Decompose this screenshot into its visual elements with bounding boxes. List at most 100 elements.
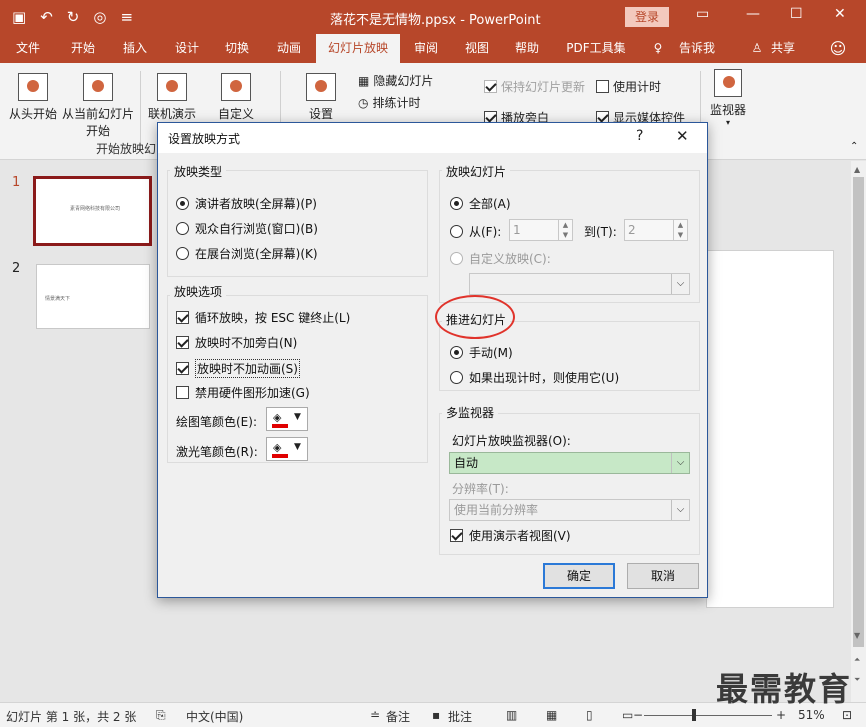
tab-review[interactable]: 审阅 <box>404 34 448 63</box>
tab-home[interactable]: 开始 <box>60 34 106 63</box>
tab-pdf-tools[interactable]: PDF工具集 <box>556 34 636 63</box>
radio-use-timings[interactable]: 如果出现计时，则使用它(U) <box>450 369 619 386</box>
zoom-out-icon[interactable]: − <box>633 708 643 722</box>
tab-file[interactable]: 文件 <box>6 34 50 63</box>
tab-transitions[interactable]: 切换 <box>214 34 260 63</box>
redo-icon[interactable]: ↻ <box>67 6 80 28</box>
show-slides-title: 放映幻灯片 <box>442 163 511 180</box>
hide-slide-button[interactable]: ▦ 隐藏幻灯片 <box>358 72 433 89</box>
keep-updated-checkbox[interactable]: 保持幻灯片更新 <box>484 78 585 95</box>
comments-button[interactable]: 批注 <box>448 708 472 725</box>
hide-slide-icon: ▦ <box>358 73 370 88</box>
dialog-titlebar: 设置放映方式 ? ✕ <box>158 123 707 153</box>
zoom-in-icon[interactable]: + <box>776 708 786 722</box>
presenter-view-checkbox[interactable]: 使用演示者视图(V) <box>450 527 571 544</box>
fit-slide-icon[interactable]: ⊡ <box>842 708 852 722</box>
spinner-arrows-icon[interactable]: ▲ ▼ <box>558 220 572 240</box>
radio-custom-show[interactable]: 自定义放映(C): <box>450 250 551 267</box>
tab-help[interactable]: 帮助 <box>504 34 550 63</box>
window-title: 落花不是无情物.ppsx - PowerPoint <box>330 13 541 28</box>
maximize-icon[interactable]: ☐ <box>790 6 803 22</box>
tab-slideshow[interactable]: 幻灯片放映 <box>316 34 400 63</box>
undo-icon[interactable]: ↶ <box>40 6 53 28</box>
slide-thumbnail-2[interactable]: 情景满天下 <box>36 264 150 329</box>
ok-button[interactable]: 确定 <box>543 563 615 589</box>
loop-checkbox[interactable]: 循环放映，按 ESC 键终止(L) <box>176 309 350 326</box>
reading-view-icon[interactable]: ▯ <box>586 708 593 722</box>
zoom-level[interactable]: 51% <box>798 708 825 722</box>
language-status[interactable]: 中文(中国) <box>186 708 243 725</box>
zoom-slider[interactable] <box>644 715 772 716</box>
radio-presenter[interactable]: 演讲者放映(全屏幕)(P) <box>176 195 317 212</box>
radio-from-slide[interactable]: 从(F): <box>450 223 501 240</box>
custom-show-icon <box>221 73 251 101</box>
monitor-select[interactable]: 自动 ⌵ <box>449 452 690 474</box>
dialog-close-icon[interactable]: ✕ <box>676 127 689 145</box>
radio-kiosk[interactable]: 在展台浏览(全屏幕)(K) <box>176 245 318 262</box>
minimize-icon[interactable]: — <box>746 6 760 22</box>
rehearse-button[interactable]: ◷ 排练计时 <box>358 94 421 111</box>
smiley-icon[interactable]: ☺ <box>826 34 850 63</box>
tab-animations[interactable]: 动画 <box>266 34 312 63</box>
custom-show-button[interactable]: 自定义 <box>208 73 264 122</box>
no-narration-checkbox[interactable]: 放映时不加旁白(N) <box>176 334 297 351</box>
paint-bucket-icon: ◈ <box>273 411 282 424</box>
radio-browsed-window[interactable]: 观众自行浏览(窗口)(B) <box>176 220 318 237</box>
paint-bucket-icon: ◈ <box>273 441 282 454</box>
no-hw-accel-checkbox[interactable]: 禁用硬件图形加速(G) <box>176 384 310 401</box>
online-present-button[interactable]: 联机演示 <box>144 73 200 122</box>
setup-show-button[interactable]: 设置 <box>298 73 344 122</box>
spinner-arrows-icon[interactable]: ▲ ▼ <box>673 220 687 240</box>
highlight-annotation <box>435 295 515 339</box>
present-icon[interactable]: ◎ <box>93 6 106 28</box>
custom-show-select[interactable]: ⌵ <box>469 273 690 295</box>
login-button[interactable]: 登录 <box>625 7 669 27</box>
scroll-down-icon[interactable]: ▼ <box>854 631 860 640</box>
tab-view[interactable]: 视图 <box>454 34 500 63</box>
to-slide-spinner[interactable]: 2 ▲ ▼ <box>624 219 688 241</box>
setup-show-dialog: 设置放映方式 ? ✕ 放映类型 演讲者放映(全屏幕)(P) 观众自行浏览(窗口)… <box>157 122 708 598</box>
slide-thumbnail-1[interactable]: 素青网络科技有限公司 <box>33 176 152 246</box>
no-animation-checkbox[interactable]: 放映时不加动画(S) <box>176 359 300 378</box>
save-icon[interactable]: ▣ <box>12 6 26 28</box>
notes-button[interactable]: 备注 <box>386 708 410 725</box>
ribbon-options-icon[interactable]: ▭ <box>696 6 709 22</box>
help-icon[interactable]: ? <box>636 128 643 144</box>
chevron-down-icon: ⌵ <box>671 500 689 520</box>
from-start-button[interactable]: 从头开始 <box>4 73 62 122</box>
scroll-up-icon[interactable]: ▲ <box>854 165 860 174</box>
vertical-scrollbar[interactable]: ▲ ▼ ⏶ ⏷ <box>851 161 866 702</box>
slide-canvas[interactable] <box>706 250 834 608</box>
comment-icon: ▪ <box>432 708 441 722</box>
spellcheck-icon[interactable]: ⎘ <box>156 708 166 723</box>
use-timings-checkbox[interactable]: 使用计时 <box>596 78 661 95</box>
tab-insert[interactable]: 插入 <box>112 34 158 63</box>
laser-color-label: 激光笔颜色(R): <box>176 445 258 459</box>
ribbon-group-label: 开始放映幻 <box>96 142 157 156</box>
tell-me[interactable]: 告诉我 <box>672 34 722 63</box>
play-from-current-icon <box>83 73 113 101</box>
customize-icon[interactable]: ≡ <box>120 6 133 28</box>
pen-color-button[interactable]: ◈ ▼ <box>266 407 308 431</box>
share-button[interactable]: 共享 <box>766 34 800 63</box>
radio-manual[interactable]: 手动(M) <box>450 344 513 361</box>
collapse-ribbon-icon[interactable]: ⌃ <box>850 141 858 152</box>
prev-slide-icon[interactable]: ⏶ <box>854 655 860 665</box>
scroll-thumb[interactable] <box>853 177 864 647</box>
from-slide-spinner[interactable]: 1 ▲ ▼ <box>509 219 573 241</box>
chevron-down-icon: ▼ <box>294 442 301 452</box>
zoom-slider-thumb[interactable] <box>692 709 696 721</box>
tab-design[interactable]: 设计 <box>164 34 210 63</box>
from-current-button[interactable]: 从当前幻灯片 开始 <box>60 73 136 139</box>
slideshow-view-icon[interactable]: ▭ <box>622 708 633 722</box>
multi-monitor-title: 多监视器 <box>442 404 499 421</box>
next-slide-icon[interactable]: ⏷ <box>854 675 860 685</box>
resolution-select[interactable]: 使用当前分辨率 ⌵ <box>449 499 690 521</box>
radio-all-slides[interactable]: 全部(A) <box>450 195 511 212</box>
slide-sorter-icon[interactable]: ▦ <box>546 708 557 722</box>
cancel-button[interactable]: 取消 <box>627 563 699 589</box>
close-icon[interactable]: ✕ <box>834 6 846 22</box>
laser-color-button[interactable]: ◈ ▼ <box>266 437 308 461</box>
monitor-button[interactable]: 监视器 ▾ <box>706 69 750 127</box>
normal-view-icon[interactable]: ▥ <box>506 708 517 722</box>
